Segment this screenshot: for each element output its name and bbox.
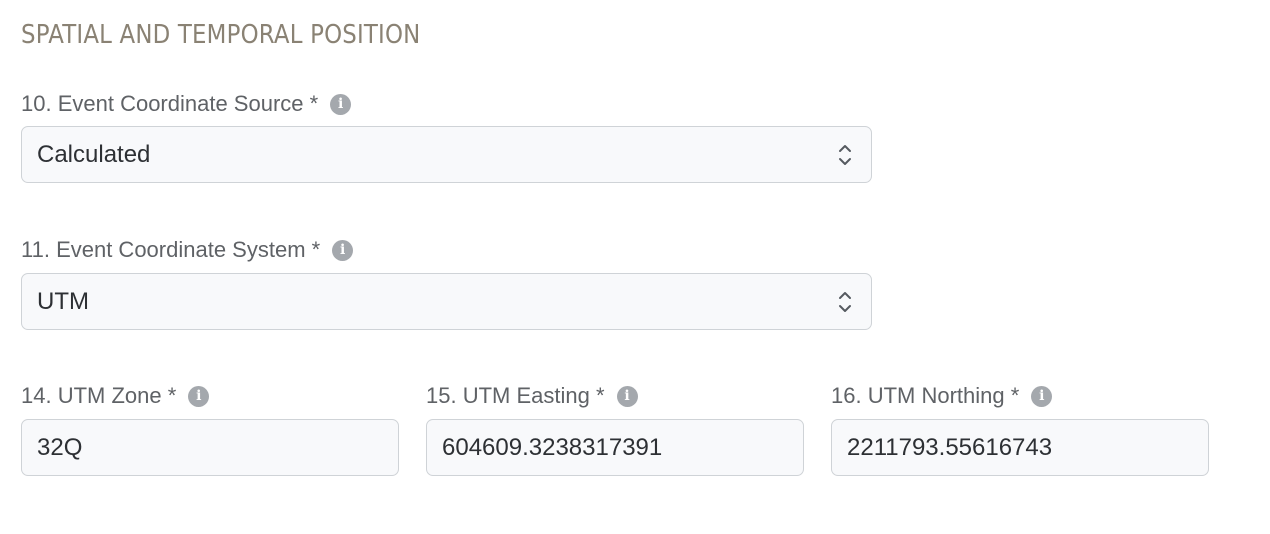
coordinate-system-label-row: 11. Event Coordinate System * i: [21, 237, 354, 262]
coordinate-system-value: UTM: [37, 287, 89, 315]
utm-northing-value: 2211793.55616743: [847, 433, 1053, 461]
utm-northing-label: 16. UTM Northing *: [831, 383, 1020, 408]
utm-easting-input[interactable]: 604609.3238317391: [426, 419, 804, 476]
info-icon[interactable]: i: [616, 385, 638, 407]
section-title: SPATIAL AND TEMPORAL POSITION: [21, 20, 421, 50]
utm-northing-input[interactable]: 2211793.55616743: [831, 419, 1209, 476]
utm-zone-input[interactable]: 32Q: [21, 419, 399, 476]
coordinate-source-label: 10. Event Coordinate Source *: [21, 91, 319, 116]
info-icon[interactable]: i: [330, 93, 352, 115]
info-icon[interactable]: i: [332, 239, 354, 261]
info-icon[interactable]: i: [188, 385, 210, 407]
coordinate-system-select[interactable]: UTM: [21, 273, 872, 330]
coordinate-source-value: Calculated: [37, 140, 151, 168]
chevron-up-down-icon: [839, 145, 851, 165]
coordinate-source-select[interactable]: Calculated: [21, 126, 872, 183]
utm-easting-label: 15. UTM Easting *: [426, 383, 605, 408]
coordinate-source-label-row: 10. Event Coordinate Source * i: [21, 91, 352, 116]
chevron-up-down-icon: [839, 292, 851, 312]
info-icon[interactable]: i: [1031, 385, 1053, 407]
utm-zone-label-row: 14. UTM Zone * i: [21, 383, 210, 408]
coordinate-system-label: 11. Event Coordinate System *: [21, 237, 321, 262]
utm-zone-label: 14. UTM Zone *: [21, 383, 177, 408]
utm-easting-value: 604609.3238317391: [442, 433, 663, 461]
utm-zone-value: 32Q: [37, 433, 83, 461]
utm-northing-label-row: 16. UTM Northing * i: [831, 383, 1053, 408]
utm-easting-label-row: 15. UTM Easting * i: [426, 383, 638, 408]
